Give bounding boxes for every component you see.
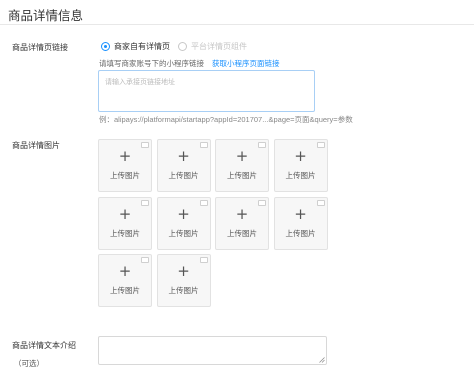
image-tag-icon bbox=[316, 199, 325, 206]
image-tag-icon bbox=[141, 257, 149, 263]
detail-link-hint: 请填写商家账号下的小程序链接 bbox=[99, 59, 204, 68]
upload-image-label: 上传图片 bbox=[110, 228, 140, 238]
image-upload-slot[interactable]: + 上传图片 bbox=[156, 254, 211, 307]
radio-merchant-detail-page[interactable]: 商家自有详情页 bbox=[101, 41, 170, 52]
plus-icon: + bbox=[118, 262, 132, 280]
detail-images-label: 商品详情图片 bbox=[12, 141, 60, 150]
image-upload-slot[interactable]: + 上传图片 bbox=[273, 196, 328, 250]
detail-intro-optional: （可选） bbox=[14, 359, 44, 368]
image-upload-slot[interactable]: + 上传图片 bbox=[273, 139, 328, 192]
image-tag-icon bbox=[141, 199, 149, 206]
image-upload-slot[interactable]: + 上传图片 bbox=[215, 196, 269, 250]
upload-image-label: 上传图片 bbox=[285, 228, 316, 238]
upload-image-label: 上传图片 bbox=[110, 286, 140, 295]
image-tag-icon bbox=[199, 257, 208, 263]
radio-platform-detail-component[interactable]: 平台详情页组件 bbox=[178, 41, 247, 52]
image-tag-icon bbox=[258, 199, 266, 206]
radio-merchant-detail-page-label: 商家自有详情页 bbox=[114, 41, 170, 51]
upload-image-label: 上传图片 bbox=[168, 171, 199, 180]
detail-link-hint-row: 请填写商家账号下的小程序链接 获取小程序页面链接 bbox=[99, 58, 280, 69]
upload-image-label: 上传图片 bbox=[227, 228, 257, 238]
upload-image-label: 上传图片 bbox=[227, 171, 257, 180]
detail-link-example: 例：alipays://platformapi/startapp?appId=2… bbox=[99, 115, 353, 124]
plus-icon: + bbox=[177, 204, 190, 223]
plus-icon: + bbox=[118, 147, 132, 165]
image-tag-icon bbox=[199, 142, 208, 148]
radio-checked-icon bbox=[101, 41, 110, 51]
upload-image-label: 上传图片 bbox=[110, 171, 140, 180]
upload-image-label: 上传图片 bbox=[285, 171, 316, 180]
detail-intro-textarea[interactable] bbox=[98, 336, 327, 365]
radio-platform-detail-component-label: 平台详情页组件 bbox=[191, 41, 247, 51]
get-miniapp-link[interactable]: 获取小程序页面链接 bbox=[212, 59, 280, 68]
image-upload-slot[interactable]: + 上传图片 bbox=[156, 139, 211, 192]
image-upload-slot[interactable]: + 上传图片 bbox=[215, 139, 269, 192]
detail-link-label: 商品详情页链接 bbox=[12, 43, 68, 52]
image-tag-icon bbox=[258, 142, 266, 148]
image-tag-icon bbox=[316, 142, 325, 148]
upload-image-label: 上传图片 bbox=[168, 286, 199, 295]
detail-intro-label: 商品详情文本介绍 bbox=[12, 341, 76, 350]
image-upload-slot[interactable]: + 上传图片 bbox=[98, 196, 152, 250]
image-upload-slot[interactable]: + 上传图片 bbox=[156, 196, 211, 250]
detail-link-input[interactable]: 请输入承接页链接地址 bbox=[98, 70, 315, 112]
radio-unchecked-icon bbox=[178, 41, 187, 51]
detail-link-type-radio-group: 商家自有详情页 平台详情页组件 bbox=[101, 40, 255, 52]
detail-link-placeholder: 请输入承接页链接地址 bbox=[105, 79, 175, 86]
plus-icon: + bbox=[177, 147, 190, 165]
plus-icon: + bbox=[235, 204, 249, 223]
image-upload-slot[interactable]: + 上传图片 bbox=[98, 254, 152, 307]
section-title: 商品详情信息 bbox=[8, 9, 84, 23]
image-tag-icon bbox=[141, 142, 149, 148]
plus-icon: + bbox=[235, 147, 249, 165]
image-tag-icon bbox=[199, 199, 208, 206]
image-upload-slot[interactable]: + 上传图片 bbox=[98, 139, 152, 192]
upload-image-label: 上传图片 bbox=[168, 228, 199, 238]
plus-icon: + bbox=[118, 204, 132, 223]
resize-grip-icon[interactable] bbox=[319, 357, 325, 363]
plus-icon: + bbox=[177, 262, 190, 280]
plus-icon: + bbox=[294, 204, 307, 223]
plus-icon: + bbox=[294, 147, 307, 165]
title-divider bbox=[0, 24, 474, 25]
